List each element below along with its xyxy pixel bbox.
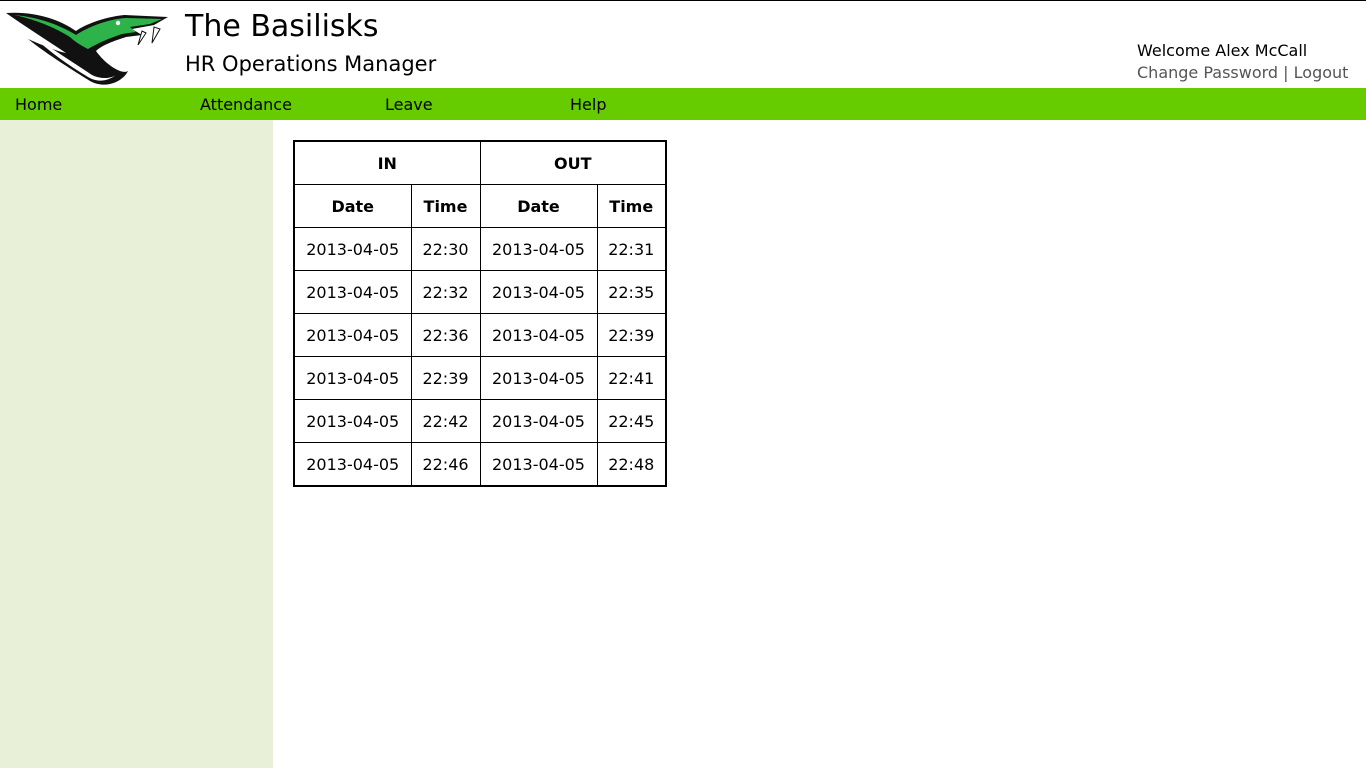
main-content: IN OUT Date Time Date Time 2013-04-05 22… <box>273 120 1366 768</box>
nav-attendance[interactable]: Attendance <box>200 88 292 120</box>
out-time-cell: 22:35 <box>596 270 667 314</box>
out-time-cell: 22:41 <box>596 356 667 400</box>
table-column-header-row: Date Time Date Time <box>293 184 667 228</box>
out-time-cell: 22:31 <box>596 227 667 271</box>
main-nav: Home Attendance Leave Help <box>0 88 1366 120</box>
in-time-cell: 22:42 <box>410 399 481 443</box>
table-row: 2013-04-05 22:32 2013-04-05 22:35 <box>293 270 667 314</box>
out-time-cell: 22:48 <box>596 442 667 487</box>
out-date-cell: 2013-04-05 <box>479 356 598 400</box>
in-time-cell: 22:39 <box>410 356 481 400</box>
table-row: 2013-04-05 22:42 2013-04-05 22:45 <box>293 399 667 443</box>
in-time-cell: 22:30 <box>410 227 481 271</box>
table-group-header-row: IN OUT <box>293 140 667 185</box>
user-box: Welcome Alex McCall Change Password | Lo… <box>1137 40 1348 84</box>
site-subtitle: HR Operations Manager <box>185 52 437 76</box>
table-row: 2013-04-05 22:46 2013-04-05 22:48 <box>293 442 667 487</box>
in-time-cell: 22:32 <box>410 270 481 314</box>
nav-leave[interactable]: Leave <box>385 88 433 120</box>
out-date-cell: 2013-04-05 <box>479 399 598 443</box>
out-group-header: OUT <box>479 140 667 185</box>
table-row: 2013-04-05 22:30 2013-04-05 22:31 <box>293 227 667 271</box>
welcome-text: Welcome Alex McCall <box>1137 41 1308 60</box>
out-date-cell: 2013-04-05 <box>479 227 598 271</box>
in-date-cell: 2013-04-05 <box>293 356 412 400</box>
sidebar <box>0 120 273 768</box>
in-date-header: Date <box>293 184 412 228</box>
logout-link[interactable]: Logout <box>1294 63 1349 82</box>
out-time-header: Time <box>596 184 667 228</box>
attendance-table: IN OUT Date Time Date Time 2013-04-05 22… <box>293 140 667 487</box>
out-date-cell: 2013-04-05 <box>479 442 598 487</box>
nav-home[interactable]: Home <box>15 88 62 120</box>
in-time-cell: 22:36 <box>410 313 481 357</box>
table-row: 2013-04-05 22:39 2013-04-05 22:41 <box>293 356 667 400</box>
change-password-link[interactable]: Change Password <box>1137 63 1278 82</box>
in-date-cell: 2013-04-05 <box>293 313 412 357</box>
out-date-cell: 2013-04-05 <box>479 270 598 314</box>
table-row: 2013-04-05 22:36 2013-04-05 22:39 <box>293 313 667 357</box>
in-date-cell: 2013-04-05 <box>293 399 412 443</box>
nav-help[interactable]: Help <box>570 88 606 120</box>
user-links: Change Password | Logout <box>1137 62 1348 84</box>
out-time-cell: 22:39 <box>596 313 667 357</box>
link-separator: | <box>1283 63 1289 82</box>
in-time-cell: 22:46 <box>410 442 481 487</box>
out-time-cell: 22:45 <box>596 399 667 443</box>
in-time-header: Time <box>410 184 481 228</box>
out-date-header: Date <box>479 184 598 228</box>
out-date-cell: 2013-04-05 <box>479 313 598 357</box>
basilisk-logo-icon <box>6 12 168 85</box>
in-date-cell: 2013-04-05 <box>293 442 412 487</box>
in-date-cell: 2013-04-05 <box>293 270 412 314</box>
page-header: The Basilisks HR Operations Manager Welc… <box>0 0 1366 88</box>
site-title: The Basilisks <box>185 9 379 44</box>
in-group-header: IN <box>293 140 481 185</box>
in-date-cell: 2013-04-05 <box>293 227 412 271</box>
